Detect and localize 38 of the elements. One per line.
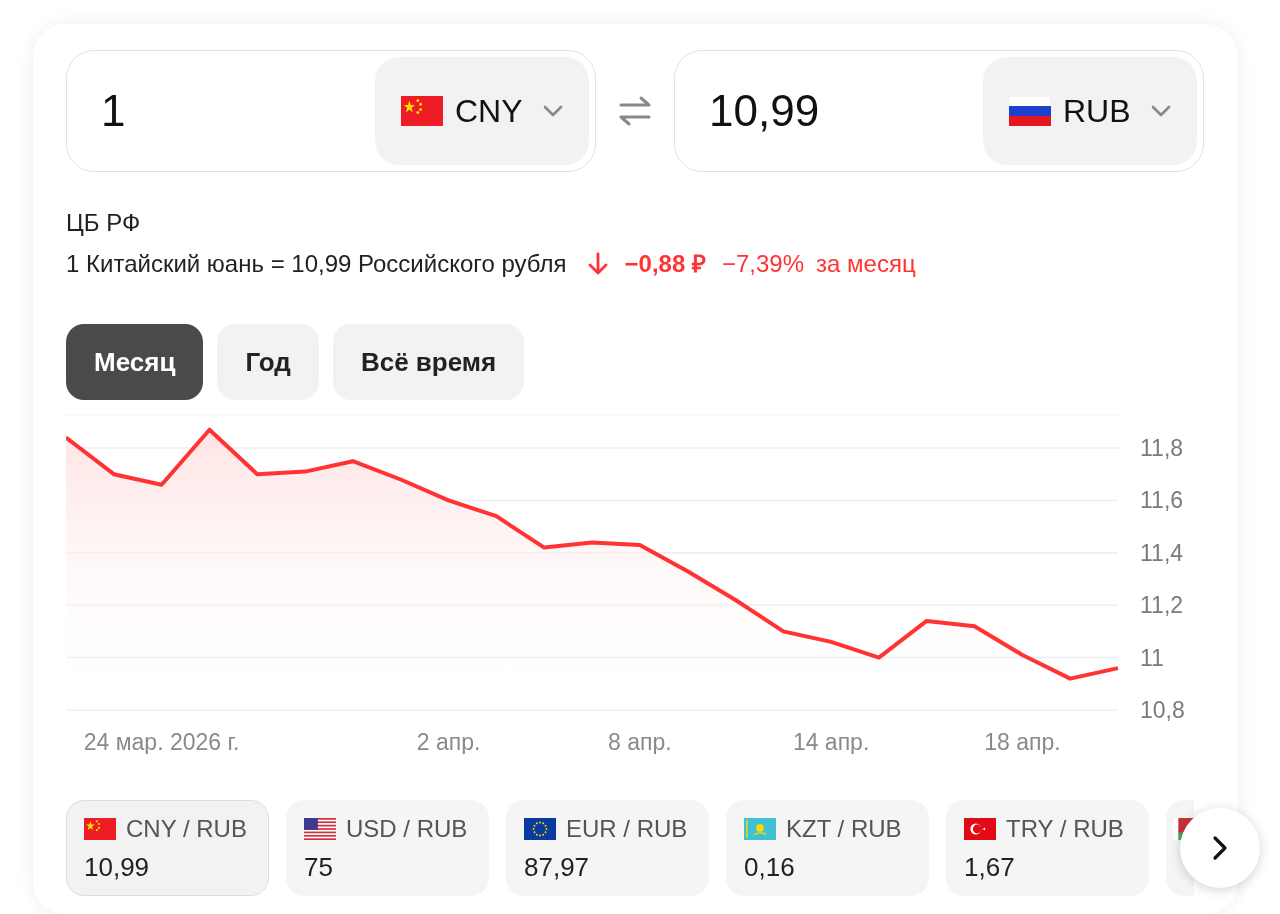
period-tab[interactable]: Год bbox=[217, 324, 319, 400]
pair-rate: 0,16 bbox=[744, 851, 796, 883]
x-axis-label: 2 апр. bbox=[416, 729, 481, 754]
change-percent: −7,39% bbox=[721, 249, 804, 279]
y-axis-label: 11,8 bbox=[1140, 435, 1184, 462]
x-axis-label: 18 апр. bbox=[984, 729, 1061, 754]
currency-select[interactable]: CNY bbox=[375, 57, 589, 165]
currency-card[interactable]: TRY / RUB 1,67 bbox=[946, 800, 1149, 896]
currency-select[interactable]: RUB bbox=[983, 57, 1197, 165]
amount-field[interactable]: 1 CNY bbox=[66, 50, 596, 172]
pair-label: CNY / RUB bbox=[126, 814, 247, 844]
amount-field[interactable]: 10,99 RUB bbox=[674, 50, 1204, 172]
x-axis-label: 8 апр. bbox=[608, 729, 672, 754]
pair-label: KZT / RUB bbox=[786, 814, 902, 844]
y-axis-label: 11,4 bbox=[1140, 539, 1184, 566]
period-label: за месяц bbox=[816, 249, 916, 279]
currency-card[interactable]: KZT / RUB 0,16 bbox=[726, 800, 929, 896]
rate-text: 1 Китайский юань = 10,99 Российского рубля bbox=[66, 249, 567, 279]
y-axis-label: 11 bbox=[1140, 644, 1164, 671]
source-label: ЦБ РФ bbox=[66, 208, 142, 238]
pair-rate: 75 bbox=[304, 851, 334, 883]
pair-rate: 10,99 bbox=[84, 851, 151, 883]
currency-card[interactable]: EUR / RUB 87,97 bbox=[506, 800, 709, 896]
currency-card[interactable]: CNY / RUB 10,99 bbox=[66, 800, 269, 896]
pair-rate: 1,67 bbox=[964, 851, 1016, 883]
pair-label: EUR / RUB bbox=[566, 814, 688, 844]
period-tab[interactable]: Месяц bbox=[66, 324, 204, 400]
pair-rate: 87,97 bbox=[524, 851, 591, 883]
pair-label: TRY / RUB bbox=[1006, 814, 1124, 844]
y-axis-label: 11,2 bbox=[1140, 592, 1184, 619]
pair-label: USD / RUB bbox=[346, 814, 468, 844]
x-axis-label: 14 апр. bbox=[792, 729, 870, 754]
y-axis-label: 11,6 bbox=[1140, 487, 1184, 514]
period-tab[interactable]: Всё время bbox=[332, 324, 525, 400]
change-value: −0,88 ₽ bbox=[624, 249, 706, 279]
x-axis-label: 24 мар. 2026 г. bbox=[83, 729, 240, 754]
currency-card[interactable]: USD / RUB 75 bbox=[286, 800, 489, 896]
y-axis-label: 10,8 bbox=[1140, 697, 1185, 723]
